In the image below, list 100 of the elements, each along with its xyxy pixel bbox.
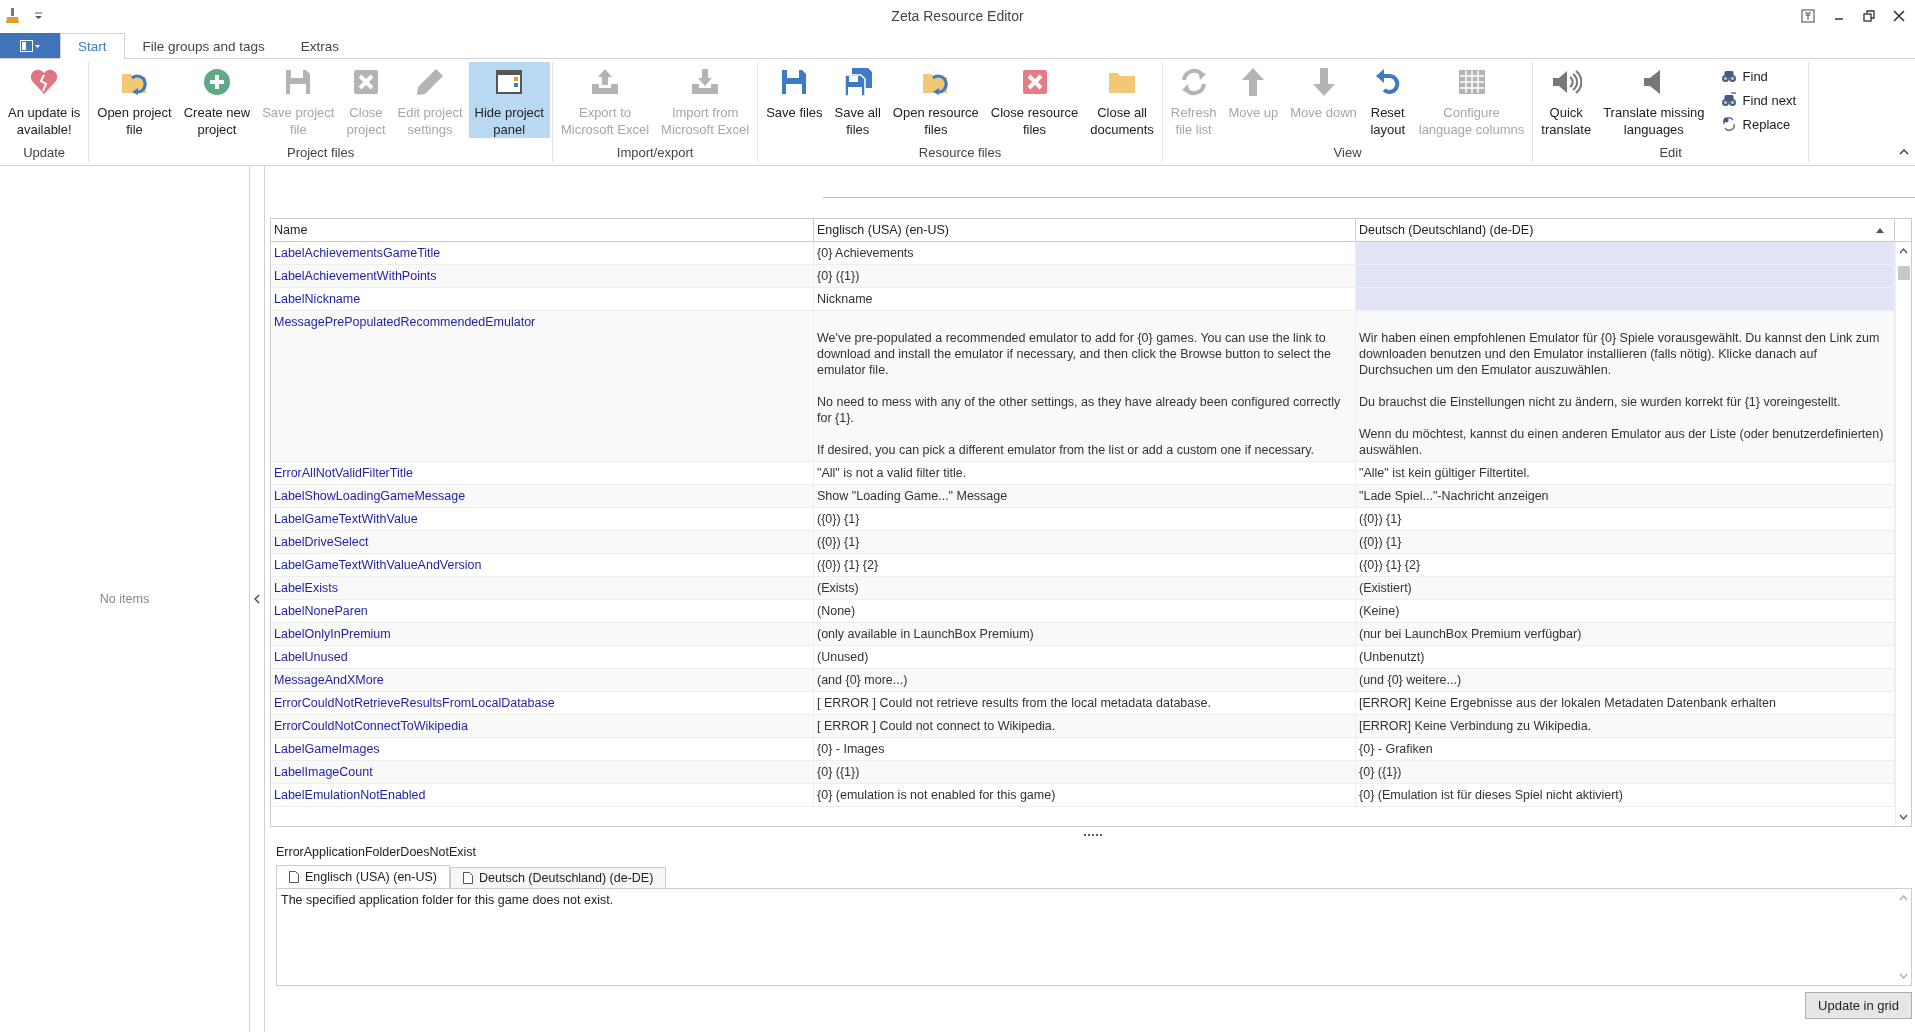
table-cell[interactable] xyxy=(1356,288,1895,310)
ribbon-button[interactable]: Close resource files xyxy=(984,62,1085,138)
table-cell[interactable]: {0} (emulation is not enabled for this game) xyxy=(814,784,1356,806)
caret-up-icon[interactable] xyxy=(1899,148,1909,155)
table-cell[interactable]: "All" is not a valid filter title. xyxy=(814,462,1356,484)
scrollbar[interactable] xyxy=(1895,242,1911,826)
table-cell[interactable]: {0} - Grafiken xyxy=(1356,738,1895,760)
ribbon-tab[interactable]: Start xyxy=(60,33,125,59)
table-cell[interactable]: ({0}) {1} {2} xyxy=(814,554,1356,576)
table-cell[interactable]: (Existiert) xyxy=(1356,577,1895,599)
table-cell[interactable]: Wir haben einen empfohlenen Emulator für {0} Spiele vorausgewählt. Du kannst den Link zum downloaden benutzen und den Emulator installieren (falls nötig). Klicke danach auf Durchsuchen um den Emulator auszuwählen. Du brauchst die Einstellungen nicht zu ändern, sie wurden korrekt für {1} voreingestellt. Wenn du möchtest, kannst du einen anderen Emulator aus der Liste (oder benutzerdefinierten) auswählen. xyxy=(1356,311,1895,461)
table-cell[interactable]: LabelNickname xyxy=(271,288,814,310)
table-cell[interactable]: (und {0} weitere...) xyxy=(1356,669,1895,691)
pin-icon[interactable] xyxy=(1801,9,1815,23)
table-cell[interactable]: We've pre-populated a recommended emulator to add for {0} games. You can use the link to download and install the emulator if necessary, and then click the Browse button to select the emulator file. No need to mess with any of the other settings, as they have already been configured correctly for {1}. If desired, you can pick a different emulator from the list or add a custom one if necessary. xyxy=(814,311,1356,461)
table-cell[interactable] xyxy=(1356,242,1895,264)
table-cell[interactable]: "Alle" ist kein gültiger Filtertitel. xyxy=(1356,462,1895,484)
ribbon-tab[interactable]: Extras xyxy=(282,33,358,59)
table-cell[interactable]: LabelUnused xyxy=(271,646,814,668)
table-cell[interactable]: MessageAndXMore xyxy=(271,669,814,691)
ribbon-button[interactable]: Reset layout xyxy=(1362,62,1413,138)
table-cell[interactable]: LabelShowLoadingGameMessage xyxy=(271,485,814,507)
column-header[interactable]: Englisch (USA) (en-US) xyxy=(814,219,1356,241)
ribbon-button[interactable]: Close all documents xyxy=(1084,62,1160,138)
ribbon-button[interactable]: Find next xyxy=(1718,90,1799,110)
language-tab[interactable]: Englisch (USA) (en-US) xyxy=(276,865,450,888)
ribbon-button[interactable]: Translate missing languages xyxy=(1597,62,1711,138)
table-cell[interactable]: LabelDriveSelect xyxy=(271,531,814,553)
table-cell[interactable]: LabelEmulationNotEnabled xyxy=(271,784,814,806)
language-tab[interactable]: Deutsch (Deutschland) (de-DE) xyxy=(450,867,667,888)
table-cell[interactable] xyxy=(1356,265,1895,287)
table-cell[interactable]: (Unused) xyxy=(814,646,1356,668)
update-in-grid-button[interactable]: Update in grid xyxy=(1805,992,1912,1019)
ribbon-button[interactable]: Open project file xyxy=(91,62,178,138)
chevron-left-icon[interactable] xyxy=(254,594,260,604)
ribbon-button[interactable]: Save files xyxy=(760,62,829,138)
table-cell[interactable]: (Unbenutzt) xyxy=(1356,646,1895,668)
table-cell[interactable]: (and {0} more...) xyxy=(814,669,1356,691)
table-cell[interactable]: LabelOnlyInPremium xyxy=(271,623,814,645)
scroll-thumb[interactable] xyxy=(1897,266,1910,280)
table-cell[interactable]: LabelNoneParen xyxy=(271,600,814,622)
table-cell[interactable]: LabelExists xyxy=(271,577,814,599)
table-cell[interactable]: ({0}) {1} xyxy=(1356,531,1895,553)
table-cell[interactable]: (Exists) xyxy=(814,577,1356,599)
sort-arrow-icon[interactable] xyxy=(1876,227,1884,233)
table-cell[interactable]: ({0}) {1} xyxy=(814,508,1356,530)
table-cell[interactable]: ErrorCouldNotRetrieveResultsFromLocalDatabase xyxy=(271,692,814,714)
group-label: Import/export xyxy=(615,145,695,162)
table-cell[interactable]: ({0}) {1} xyxy=(1356,508,1895,530)
binoculars-icon xyxy=(1720,92,1737,108)
table-cell[interactable]: ErrorCouldNotConnectToWikipedia xyxy=(271,715,814,737)
ribbon-button[interactable]: An update is available! xyxy=(2,62,87,138)
resource-key-label: ErrorApplicationFolderDoesNotExist xyxy=(276,845,478,859)
brush-icon xyxy=(6,8,20,24)
group-label: Edit xyxy=(1658,145,1683,162)
table-cell[interactable]: {0} (Emulation ist für dieses Spiel nicht aktiviert) xyxy=(1356,784,1895,806)
table-cell[interactable]: (Keine) xyxy=(1356,600,1895,622)
panel-icon xyxy=(20,39,40,52)
table-cell[interactable]: [ ERROR ] Could not retrieve results from the local metadata database. xyxy=(814,692,1356,714)
ribbon-button[interactable]: Save all files xyxy=(828,62,887,138)
column-header[interactable]: Deutsch (Deutschland) (de-DE) xyxy=(1356,219,1895,241)
document-icon xyxy=(289,871,299,883)
table-cell[interactable]: "Lade Spiel..."-Nachricht anzeigen xyxy=(1356,485,1895,507)
restore-icon[interactable] xyxy=(1863,10,1875,22)
table-cell[interactable]: [ ERROR ] Could not connect to Wikipedia. xyxy=(814,715,1356,737)
ribbon-button[interactable]: Find xyxy=(1718,66,1799,86)
table-cell[interactable]: [ERROR] Keine Ergebnisse aus der lokalen Metadaten Datenbank erhalten xyxy=(1356,692,1895,714)
ribbon-tab[interactable]: File groups and tags xyxy=(124,33,283,59)
table-cell[interactable]: (only available in LaunchBox Premium) xyxy=(814,623,1356,645)
table-cell[interactable]: (nur bei LaunchBox Premium verfügbar) xyxy=(1356,623,1895,645)
table-cell[interactable]: LabelImageCount xyxy=(271,761,814,783)
table-cell[interactable]: (None) xyxy=(814,600,1356,622)
scroll-up-icon[interactable] xyxy=(1899,248,1908,254)
replace-icon xyxy=(1720,116,1737,132)
column-header[interactable]: Name xyxy=(271,219,814,241)
ribbon-button[interactable]: Replace xyxy=(1718,114,1799,134)
table-cell[interactable]: LabelGameTextWithValueAndVersion xyxy=(271,554,814,576)
scroll-down-icon[interactable] xyxy=(1899,814,1908,820)
table-cell[interactable]: LabelAchievementWithPoints xyxy=(271,265,814,287)
table-cell[interactable]: {0} ({1}) xyxy=(1356,761,1895,783)
table-cell[interactable]: LabelAchievementsGameTitle xyxy=(271,242,814,264)
group-label: Update xyxy=(22,145,67,162)
ribbon-button[interactable]: Hide project panel xyxy=(468,62,550,138)
table-cell[interactable]: ErrorAllNotValidFilterTitle xyxy=(271,462,814,484)
close-icon[interactable] xyxy=(1893,10,1905,22)
app-menu-button[interactable] xyxy=(0,33,60,58)
ribbon-button[interactable]: Open resource files xyxy=(886,62,985,138)
table-cell[interactable]: LabelGameTextWithValue xyxy=(271,508,814,530)
ribbon-button[interactable]: Create new project xyxy=(177,62,257,138)
table-cell[interactable]: {0} ({1}) xyxy=(814,761,1356,783)
table-cell[interactable]: ({0}) {1} xyxy=(814,531,1356,553)
table-cell[interactable]: MessagePrePopulatedRecommendedEmulator xyxy=(271,311,814,461)
table-cell[interactable]: [ERROR] Keine Verbindung zu Wikipedia. xyxy=(1356,715,1895,737)
caret-down-icon[interactable] xyxy=(34,12,43,20)
table-cell[interactable]: Show "Loading Game..." Message xyxy=(814,485,1356,507)
group-label: Resource files xyxy=(917,145,1003,162)
table-cell[interactable]: ({0}) {1} {2} xyxy=(1356,554,1895,576)
table-cell[interactable]: LabelGameImages xyxy=(271,738,814,760)
table-cell[interactable]: {0} - Images xyxy=(814,738,1356,760)
ribbon-button[interactable]: Quick translate xyxy=(1535,62,1598,138)
